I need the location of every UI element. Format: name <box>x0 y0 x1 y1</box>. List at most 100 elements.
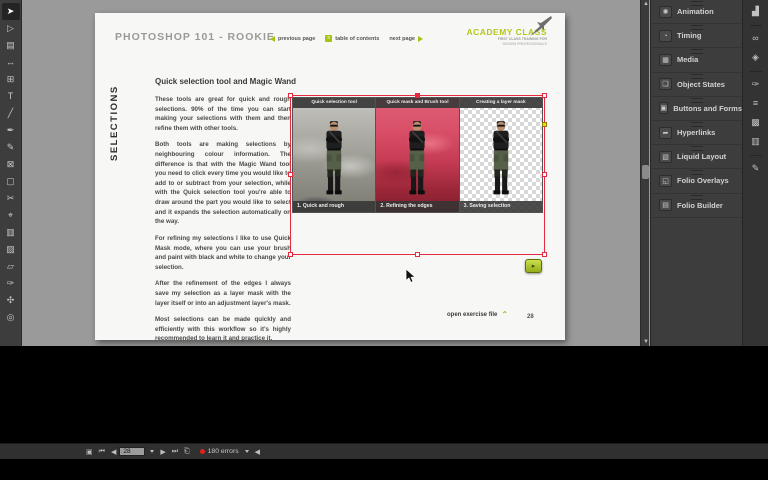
next-page-button[interactable]: ▶ <box>160 448 165 456</box>
gradient-feather-tool[interactable]: ▨ <box>2 241 20 258</box>
panel-label: Folio Overlays <box>677 176 729 185</box>
chevron-up-icon: ⌃ <box>501 312 508 318</box>
layers-panel-icon[interactable]: ◈ <box>748 50 764 65</box>
page-number: 28 <box>527 314 534 320</box>
paragraph: Most selections can be made quickly and … <box>155 315 291 344</box>
panel-object-states[interactable]: ❏ Object States <box>651 73 742 97</box>
toc-label: table of contents <box>335 36 379 42</box>
panel-label: Animation <box>677 7 714 16</box>
open-exercise-label: open exercise file <box>447 312 497 318</box>
panel-timing[interactable]: ◔ Timing <box>651 24 742 48</box>
panel-label: Object States <box>677 80 725 89</box>
object-states-icon: ❏ <box>659 78 672 90</box>
buttons-forms-icon: ▣ <box>659 102 668 114</box>
person-photo <box>400 120 434 202</box>
preflight-profile-icon[interactable]: ⎗ <box>184 448 190 456</box>
next-page-label: next page <box>389 36 415 42</box>
preflight-dropdown-icon[interactable] <box>245 450 249 453</box>
panel-buttons-forms[interactable]: ▣ Buttons and Forms <box>651 97 742 121</box>
last-page-button[interactable]: ⏭ <box>172 448 178 456</box>
document-page: PHOTOSHOP 101 - ROOKIE previous page ≡ t… <box>95 13 565 340</box>
first-page-button[interactable]: ⏮ <box>99 448 105 456</box>
preflight-errors-label[interactable]: 180 errors <box>208 448 239 455</box>
previous-page-link[interactable]: previous page <box>270 36 315 42</box>
media-icon: ▦ <box>659 54 672 66</box>
gap-tool[interactable]: ↔ <box>2 54 20 71</box>
selection-handle-bc[interactable] <box>415 252 420 257</box>
folio-overlays-icon: ◱ <box>659 175 672 187</box>
pages-panel-icon[interactable]: ▟ <box>748 4 764 19</box>
next-page-link[interactable]: next page <box>389 36 423 42</box>
panel-label: Liquid Layout <box>677 152 726 161</box>
figure-caption: 3. Saving selection <box>460 201 542 212</box>
previous-page-button[interactable]: ◀ <box>111 448 116 456</box>
scissors-tool[interactable]: ✂ <box>2 190 20 207</box>
figure-caption: 2. Refining the edges <box>376 201 458 212</box>
article-title: Quick selection tool and Magic Wand <box>155 77 296 86</box>
links-panel-icon[interactable]: ∞ <box>748 31 764 46</box>
panel-folio-builder[interactable]: ▤ Folio Builder <box>651 194 742 218</box>
direct-selection-tool[interactable]: ▷ <box>2 20 20 37</box>
scroll-up-icon[interactable]: ▲ <box>643 1 649 7</box>
eyedropper-tool[interactable]: ✑ <box>2 275 20 292</box>
vertical-scrollbar[interactable]: ▲ ▼ <box>640 0 649 346</box>
mouse-cursor <box>405 268 416 284</box>
scroll-down-icon[interactable]: ▼ <box>643 339 649 345</box>
figure-quick-selection: Quick selection tool <box>293 98 375 212</box>
align-panel-icon[interactable]: ≡ <box>748 96 764 111</box>
tools-panel: ➤ ▷ ▤ ↔ ⊞ T ╱ ✒ ✎ ⊠ ▢ ✂ ⌖ ▥ ▨ ▱ ✑ ✣ ◎ <box>0 0 22 346</box>
content-collector-tool[interactable]: ⊞ <box>2 71 20 88</box>
type-tool[interactable]: T <box>2 88 20 105</box>
rectangle-tool[interactable]: ▢ <box>2 173 20 190</box>
toc-icon: ≡ <box>325 35 332 42</box>
panel-folio-overlays[interactable]: ◱ Folio Overlays <box>651 169 742 193</box>
rectangle-frame-tool[interactable]: ⊠ <box>2 156 20 173</box>
person-photo <box>317 120 351 202</box>
panel-liquid-layout[interactable]: ▧ Liquid Layout <box>651 145 742 169</box>
swatches-panel-icon[interactable]: ▩ <box>748 115 764 130</box>
pencil-tool[interactable]: ✎ <box>2 139 20 156</box>
page-dropdown-icon[interactable] <box>150 450 154 453</box>
page-number-field[interactable]: 28 <box>119 447 145 456</box>
gradient-swatch-tool[interactable]: ▥ <box>2 224 20 241</box>
hummingbird-icon <box>527 15 553 37</box>
body-text: These tools are great for quick and roug… <box>155 95 291 346</box>
preflight-error-dot <box>200 449 205 454</box>
hyperlinks-icon: ➦ <box>659 127 672 139</box>
note-tool[interactable]: ▱ <box>2 258 20 275</box>
section-label: SELECTIONS <box>109 85 120 161</box>
hand-tool[interactable]: ✣ <box>2 292 20 309</box>
timing-icon: ◔ <box>659 30 672 42</box>
next-arrow-icon <box>418 36 423 42</box>
folio-overlay-badge[interactable]: ▸ <box>525 259 542 273</box>
tutorial-figure-group[interactable]: Quick selection tool <box>292 97 543 213</box>
panel-hyperlinks[interactable]: ➦ Hyperlinks <box>651 121 742 145</box>
line-tool[interactable]: ╱ <box>2 105 20 122</box>
panel-label: Hyperlinks <box>677 128 715 137</box>
panel-animation[interactable]: ✺ Animation <box>651 0 742 24</box>
pen-tool[interactable]: ✒ <box>2 122 20 139</box>
scrollbar-thumb[interactable] <box>642 165 649 179</box>
document-canvas[interactable]: PHOTOSHOP 101 - ROOKIE previous page ≡ t… <box>23 0 640 346</box>
selection-tool[interactable]: ➤ <box>2 3 20 20</box>
animation-icon: ✺ <box>659 6 672 18</box>
main-area: ➤ ▷ ▤ ↔ ⊞ T ╱ ✒ ✎ ⊠ ▢ ✂ ⌖ ▥ ▨ ▱ ✑ ✣ ◎ PH… <box>0 0 768 346</box>
gradient-panel-icon[interactable]: ▥ <box>748 134 764 149</box>
stroke-panel-icon[interactable]: ✑ <box>748 77 764 92</box>
selection-handle-br[interactable] <box>542 252 547 257</box>
panel-media[interactable]: ▦ Media <box>651 48 742 72</box>
preview-mode-icon[interactable]: ▣ <box>86 448 93 456</box>
table-of-contents-link[interactable]: ≡ table of contents <box>325 35 379 42</box>
person-photo <box>484 120 518 202</box>
figure-quick-mask: Quick mask and Brush tool <box>376 98 458 212</box>
page-header-title: PHOTOSHOP 101 - ROOKIE <box>115 31 275 43</box>
open-exercise-link[interactable]: open exercise file ⌃ <box>447 312 508 318</box>
page-navigation: previous page ≡ table of contents next p… <box>270 35 423 42</box>
zoom-tool[interactable]: ◎ <box>2 309 20 326</box>
status-bar: ▣ ⏮ ◀ 28 ▶ ⏭ ⎗ 180 errors ◀ <box>0 443 768 459</box>
panel-dock: ✺ Animation ◔ Timing ▦ Media ❏ Object St… <box>650 0 742 346</box>
panel-label: Folio Builder <box>677 201 723 210</box>
free-transform-tool[interactable]: ⌖ <box>2 207 20 224</box>
page-tool[interactable]: ▤ <box>2 37 20 54</box>
effects-panel-icon[interactable]: ✎ <box>748 161 764 176</box>
